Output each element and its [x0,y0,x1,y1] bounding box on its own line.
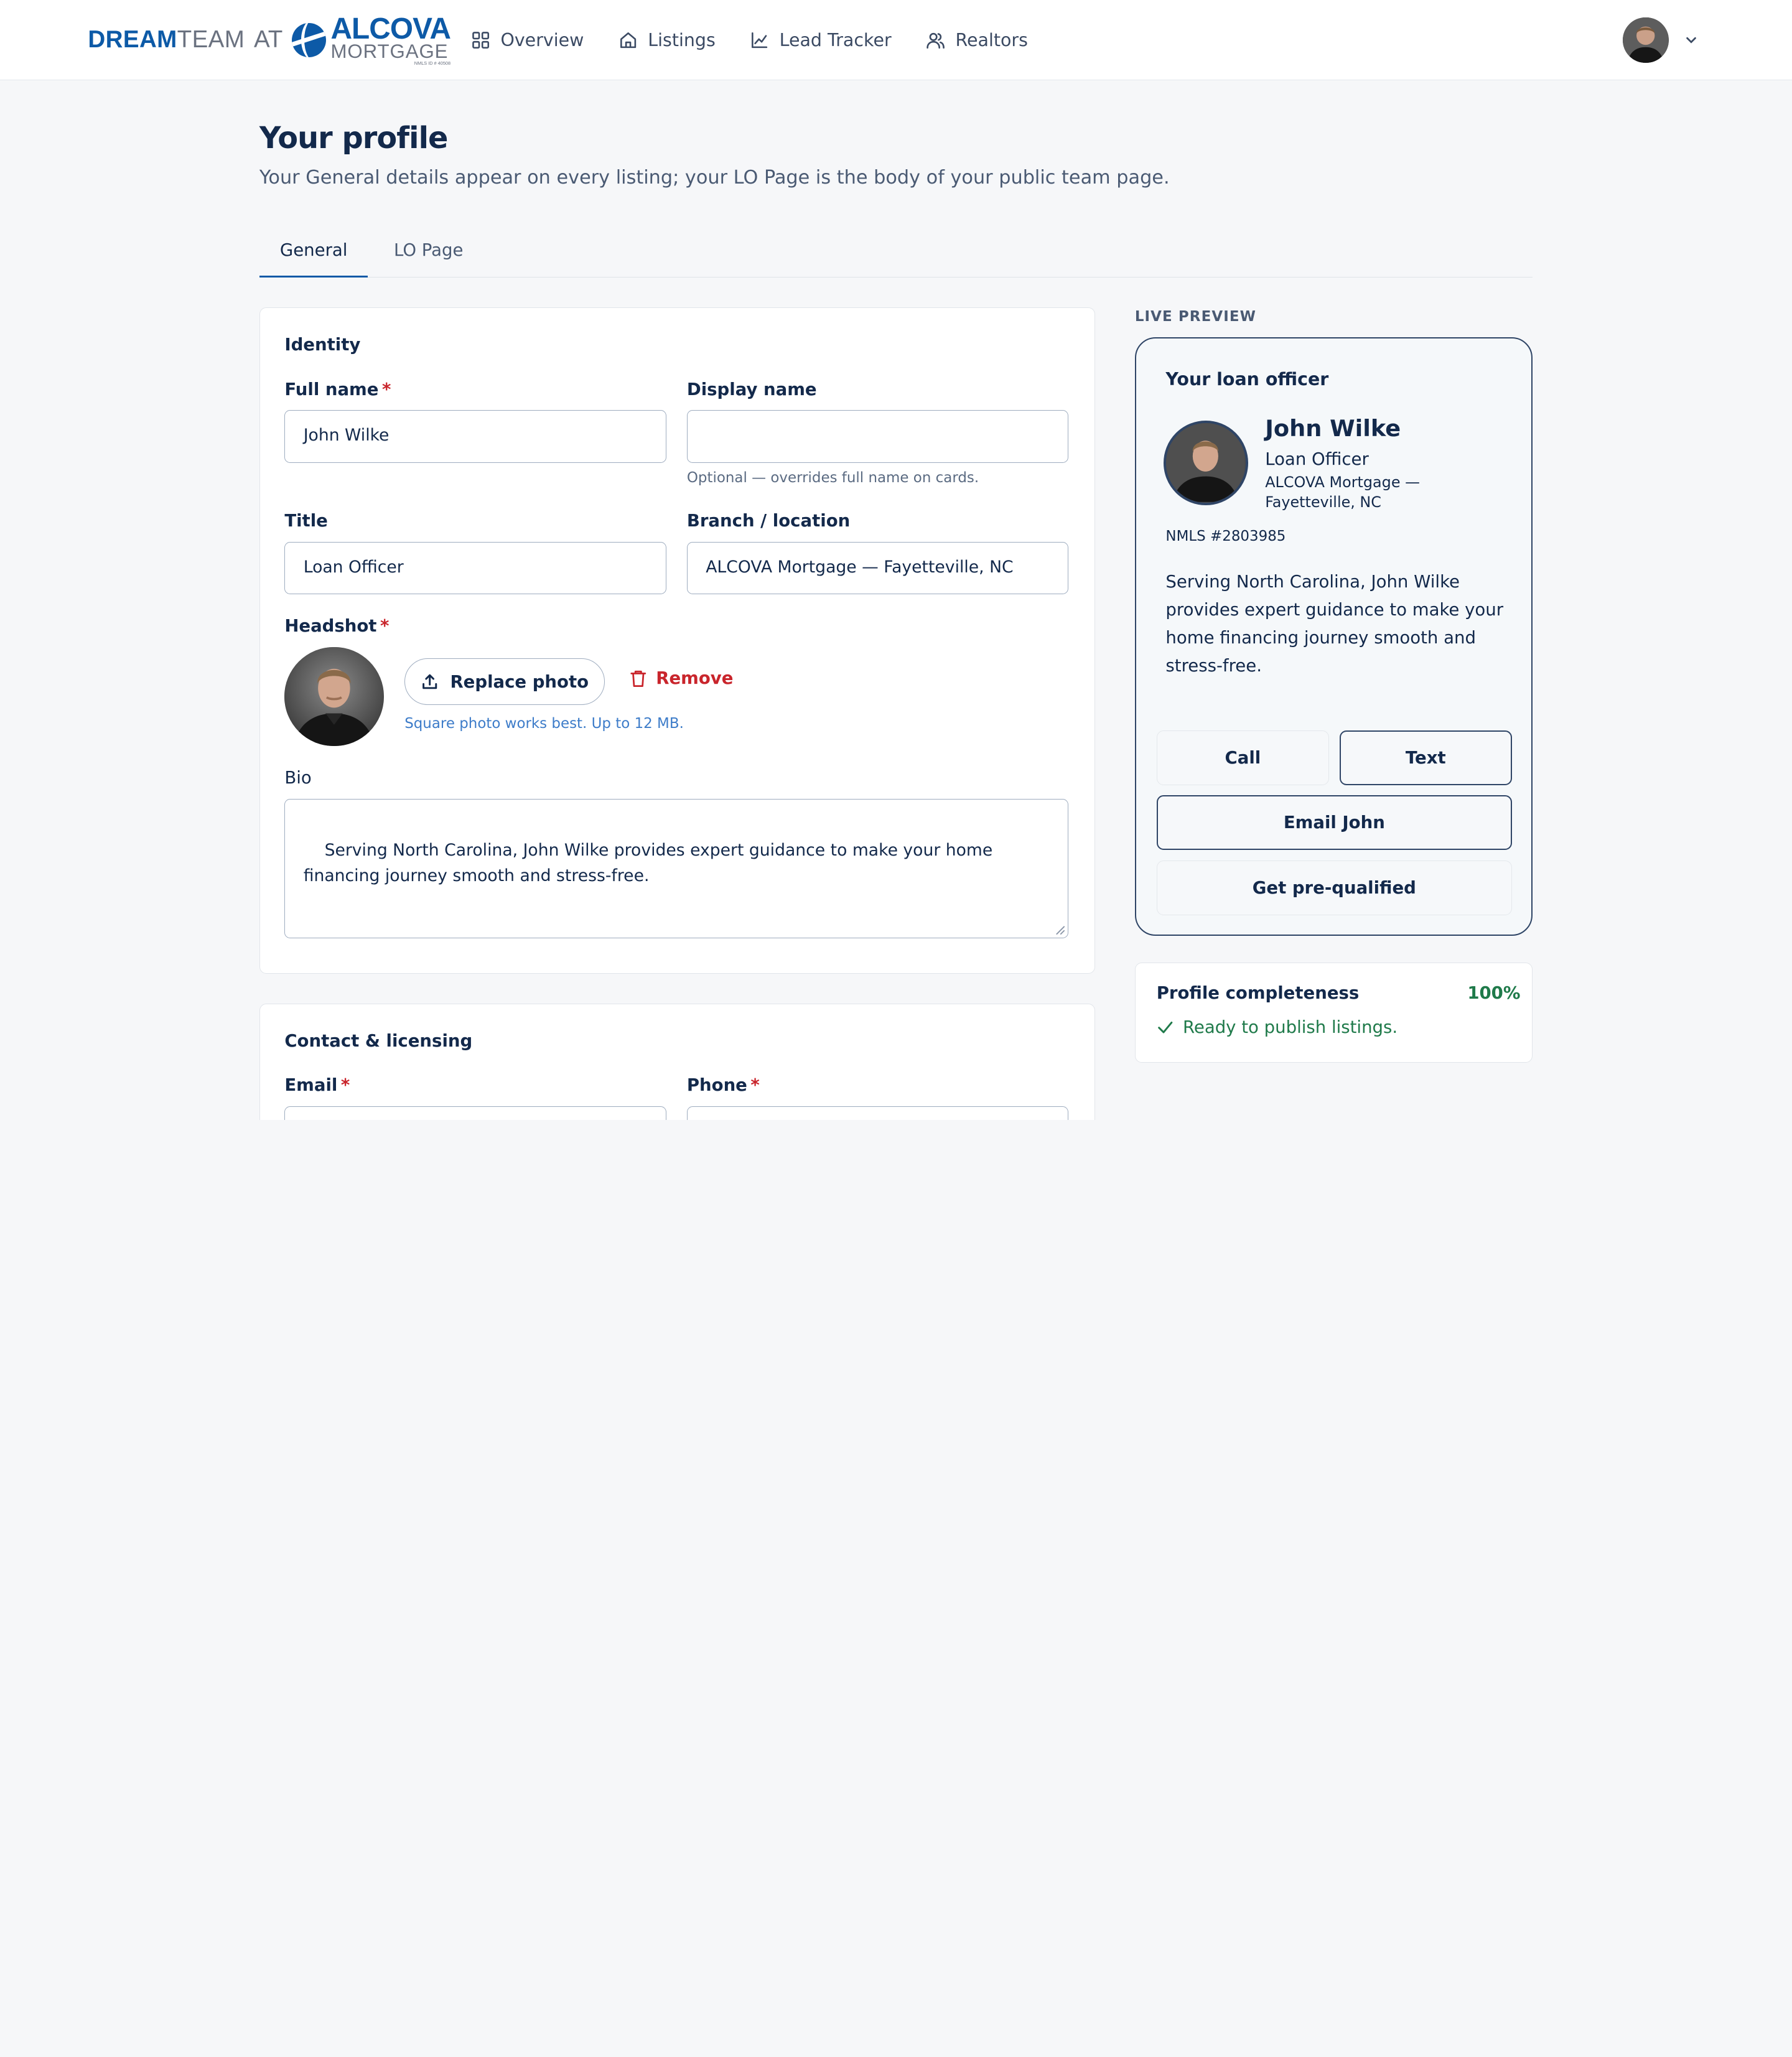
contact-section-title: Contact & licensing [284,1030,473,1051]
avatar[interactable] [1623,17,1669,63]
full-name-label-text: Full name [284,379,379,399]
chevron-down-icon[interactable] [1684,33,1698,47]
preview-prequalify-button[interactable]: Get pre-qualified [1156,861,1512,916]
replace-photo-button[interactable]: Replace photo [404,658,605,706]
nav-overview-label: Overview [500,29,584,50]
replace-photo-label: Replace photo [450,671,589,692]
home-icon [620,32,636,48]
brand-company: ALCOVA MORTGAGE NMLS ID # 40508 [330,14,450,66]
grid-icon [472,31,489,49]
email-label: Email * [284,1075,350,1095]
preview-avatar [1163,420,1248,505]
nav-listings[interactable]: Listings [618,25,716,55]
upload-icon [422,674,437,689]
preview-title: Loan Officer [1265,449,1369,469]
brand-company-name: ALCOVA [330,12,451,45]
tab-lo-page[interactable]: LO Page [392,232,465,278]
email-input[interactable] [284,1106,666,1120]
page-title: Your profile [259,121,448,156]
remove-photo-label: Remove [656,668,734,689]
headshot-label: Headshot * [284,616,389,636]
completeness-card [1134,962,1533,1063]
live-preview-label: LIVE PREVIEW [1134,308,1257,325]
resize-handle-icon[interactable] [1055,925,1066,936]
phone-input[interactable] [686,1106,1069,1120]
title-input[interactable]: Loan Officer [284,541,666,595]
preview-photo [1165,422,1245,502]
preview-email-button[interactable]: Email John [1156,795,1512,851]
preview-heading: Your loan officer [1165,369,1329,390]
remove-photo-button[interactable]: Remove [630,668,733,688]
preview-branch: ALCOVA Mortgage — Fayetteville, NC [1265,473,1420,511]
users-icon [926,32,945,49]
branch-label: Branch / location [686,511,851,531]
headshot-image [284,646,385,747]
nav-listings-label: Listings [648,29,716,50]
phone-label-text: Phone [686,1075,747,1096]
bio-text: Serving North Carolina, John Wilke provi… [303,841,998,885]
check-icon [1157,1021,1173,1033]
identity-section-title: Identity [284,335,361,355]
completeness-percent: 100% [1467,982,1521,1003]
nav-lead-tracker[interactable]: Lead Tracker [750,25,892,55]
brand-team-text: TEAM [177,26,245,54]
full-name-input[interactable]: John Wilke [284,410,666,463]
page-subtitle: Your General details appear on every lis… [259,167,1170,189]
required-mark: * [750,1075,760,1096]
main-nav: Overview Listings Lead Tracker Realtors [471,25,1028,55]
nav-lead-tracker-label: Lead Tracker [779,29,892,50]
preview-nmls: NMLS #2803985 [1165,528,1286,544]
required-mark: * [340,1075,350,1096]
title-label: Title [284,511,328,531]
display-name-label: Display name [686,379,817,399]
headshot-photo [284,646,385,747]
profile-page: DREAM TEAM AT ALCOVA MORTGAGE NMLS ID # … [0,0,1792,1120]
nav-realtors[interactable]: Realtors [926,25,1028,55]
profile-tabs: General LO Page [259,232,1533,278]
tab-general[interactable]: General [259,232,368,278]
top-nav-bar: DREAM TEAM AT ALCOVA MORTGAGE NMLS ID # … [0,0,1792,80]
nav-overview[interactable]: Overview [471,25,584,55]
preview-name: John Wilke [1265,414,1401,442]
user-photo [1623,17,1669,63]
chart-icon [751,32,768,48]
required-mark: * [380,615,390,636]
display-name-input[interactable] [686,410,1069,463]
preview-bio: Serving North Carolina, John Wilke provi… [1165,571,1504,676]
completeness-status-text: Ready to publish listings. [1182,1017,1398,1037]
email-label-text: Email [284,1075,338,1096]
completeness-status: Ready to publish listings. [1157,1017,1398,1037]
brand-logo[interactable]: DREAM TEAM AT ALCOVA MORTGAGE NMLS ID # … [88,14,451,66]
brand-nmls: NMLS ID # 40508 [414,60,451,67]
headshot-label-text: Headshot [284,615,377,636]
nav-realtors-label: Realtors [955,29,1028,50]
bio-textarea[interactable]: Serving North Carolina, John Wilke provi… [284,798,1069,938]
trash-icon [630,670,646,687]
brand-company-sub: MORTGAGE [330,40,449,63]
brand-at-text: AT [253,26,283,54]
bio-label: Bio [284,768,312,788]
display-name-helper: Optional — overrides full name on cards. [686,469,979,486]
contact-card [259,1003,1095,1120]
brand-dream-text: DREAM [88,26,177,54]
user-menu[interactable] [1623,17,1698,63]
required-mark: * [381,379,391,399]
preview-call-button[interactable]: Call [1156,730,1330,785]
completeness-label: Profile completeness [1156,982,1360,1003]
headshot-helper: Square photo works best. Up to 12 MB. [404,715,684,732]
phone-label: Phone * [687,1075,760,1095]
preview-text-button[interactable]: Text [1339,730,1512,785]
alcova-globe-icon [292,22,327,57]
full-name-label: Full name * [284,380,391,399]
branch-input[interactable]: ALCOVA Mortgage — Fayetteville, NC [686,541,1069,595]
